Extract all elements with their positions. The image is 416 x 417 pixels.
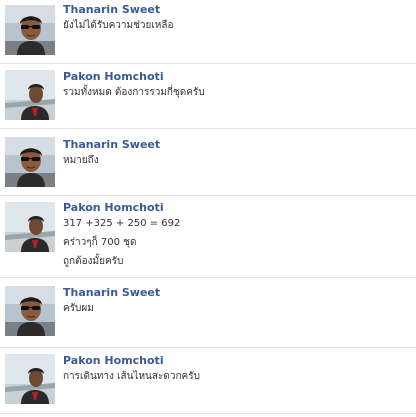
- comment-item: Pakon Homchoti รวมทั้งหมด ต้องการรวมกี่ช…: [0, 64, 416, 129]
- avatar[interactable]: [5, 354, 55, 404]
- avatar[interactable]: [5, 286, 55, 336]
- comment-body: Pakon Homchoti รวมทั้งหมด ต้องการรวมกี่ช…: [63, 70, 412, 102]
- comment-item: Pakon Homchoti การเดินทาง เส้นไหนสะดวกคร…: [0, 348, 416, 414]
- comment-text: รวมทั้งหมด ต้องการรวมกี่ชุดครับ: [63, 87, 205, 98]
- comment-body: Pakon Homchoti 317 +325 + 250 = 692 คร่า…: [63, 201, 412, 271]
- comment-text-line: คร่าวๆก็ 700 ชุด: [63, 237, 137, 248]
- comment-author-link[interactable]: Pakon Homchoti: [63, 354, 412, 367]
- comment-author-link[interactable]: Pakon Homchoti: [63, 201, 412, 214]
- comment-author-link[interactable]: Pakon Homchoti: [63, 70, 412, 83]
- comment-text-line: 317 +325 + 250 = 692: [63, 218, 181, 229]
- comment-author-link[interactable]: Thanarin Sweet: [63, 286, 412, 299]
- avatar[interactable]: [5, 137, 55, 187]
- avatar[interactable]: [5, 5, 55, 55]
- profile-photo-icon: [5, 5, 55, 55]
- comment-item: Pakon Homchoti 317 +325 + 250 = 692 คร่า…: [0, 196, 416, 278]
- profile-photo-icon: [5, 70, 55, 120]
- comment-body: Thanarin Sweet ยังไม่ได้รับความช่วยเหลือ: [63, 3, 412, 35]
- comment-list: Thanarin Sweet ยังไม่ได้รับความช่วยเหลือ…: [0, 0, 416, 414]
- comment-body: Thanarin Sweet หมายถึง: [63, 138, 412, 170]
- comment-item: Thanarin Sweet ยังไม่ได้รับความช่วยเหลือ: [0, 0, 416, 64]
- comment-text: ครับผม: [63, 303, 94, 314]
- profile-photo-icon: [5, 137, 55, 187]
- comment-body: Pakon Homchoti การเดินทาง เส้นไหนสะดวกคร…: [63, 354, 412, 386]
- comment-author-link[interactable]: Thanarin Sweet: [63, 3, 412, 16]
- profile-photo-icon: [5, 202, 55, 252]
- avatar[interactable]: [5, 202, 55, 252]
- comment-text: หมายถึง: [63, 155, 99, 166]
- comment-text: การเดินทาง เส้นไหนสะดวกครับ: [63, 371, 200, 382]
- comment-text: ยังไม่ได้รับความช่วยเหลือ: [63, 20, 174, 31]
- avatar[interactable]: [5, 70, 55, 120]
- comment-body: Thanarin Sweet ครับผม: [63, 286, 412, 318]
- comment-item: Thanarin Sweet หมายถึง: [0, 129, 416, 196]
- profile-photo-icon: [5, 286, 55, 336]
- profile-photo-icon: [5, 354, 55, 404]
- comment-author-link[interactable]: Thanarin Sweet: [63, 138, 412, 151]
- comment-item: Thanarin Sweet ครับผม: [0, 278, 416, 348]
- comment-text-line: ถูกต้องมั้ยครับ: [63, 256, 124, 267]
